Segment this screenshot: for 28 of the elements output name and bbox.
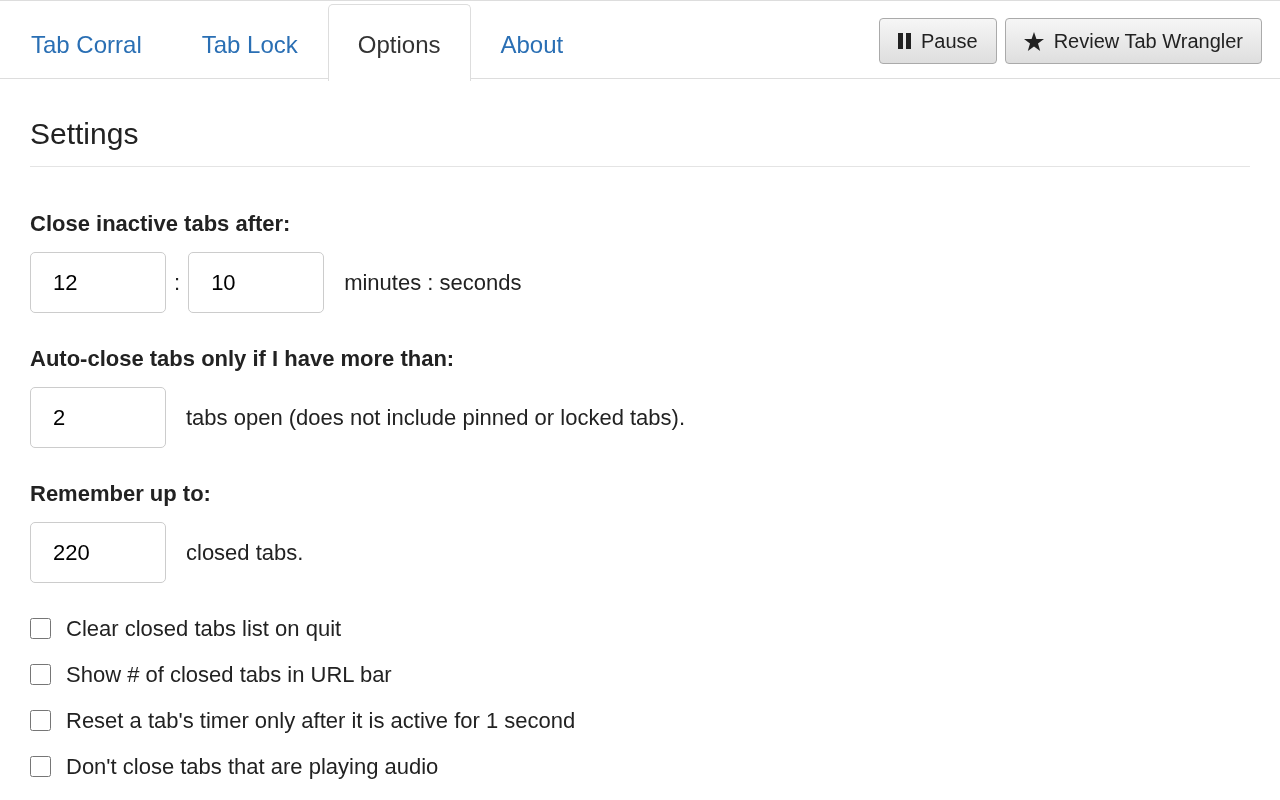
number-field[interactable]: 10: [188, 252, 325, 313]
checkbox-label[interactable]: Reset a tab's timer only after it is active for 1 second: [66, 703, 576, 737]
star-icon: [1023, 31, 1044, 51]
setting-label: Remember up to:: [30, 480, 212, 508]
checkbox[interactable]: [30, 755, 51, 777]
tab[interactable]: Tab Lock: [171, 4, 328, 80]
pause-icon: [897, 33, 911, 49]
setting-label: Auto-close tabs only if I have more than:: [30, 345, 456, 373]
number-field[interactable]: 220: [30, 522, 166, 583]
tab[interactable]: Options: [327, 4, 471, 81]
suffix-text: tabs open (does not include pinned or locked tabs).: [185, 404, 685, 432]
checkbox-label[interactable]: Show # of closed tabs in URL bar: [66, 657, 392, 691]
checkbox-label[interactable]: Clear closed tabs list on quit: [66, 611, 342, 645]
checkbox[interactable]: [30, 663, 51, 685]
separator-text: :: [174, 269, 181, 297]
tab[interactable]: About: [470, 4, 594, 80]
checkbox-label[interactable]: Don't close tabs that are playing audio: [66, 749, 439, 783]
checkbox[interactable]: [30, 709, 51, 731]
checkbox[interactable]: [30, 617, 51, 639]
pause-button[interactable]: Pause: [878, 18, 997, 64]
tab[interactable]: Tab Corral: [1, 4, 172, 80]
number-field[interactable]: 12: [30, 252, 166, 313]
number-field[interactable]: 2: [30, 387, 166, 448]
page-heading: Settings: [30, 116, 1250, 167]
suffix-text: closed tabs.: [185, 539, 304, 567]
suffix-text: minutes : seconds: [343, 269, 522, 297]
setting-label: Close inactive tabs after:: [30, 210, 292, 238]
review-button[interactable]: Review Tab Wrangler: [1004, 18, 1262, 64]
